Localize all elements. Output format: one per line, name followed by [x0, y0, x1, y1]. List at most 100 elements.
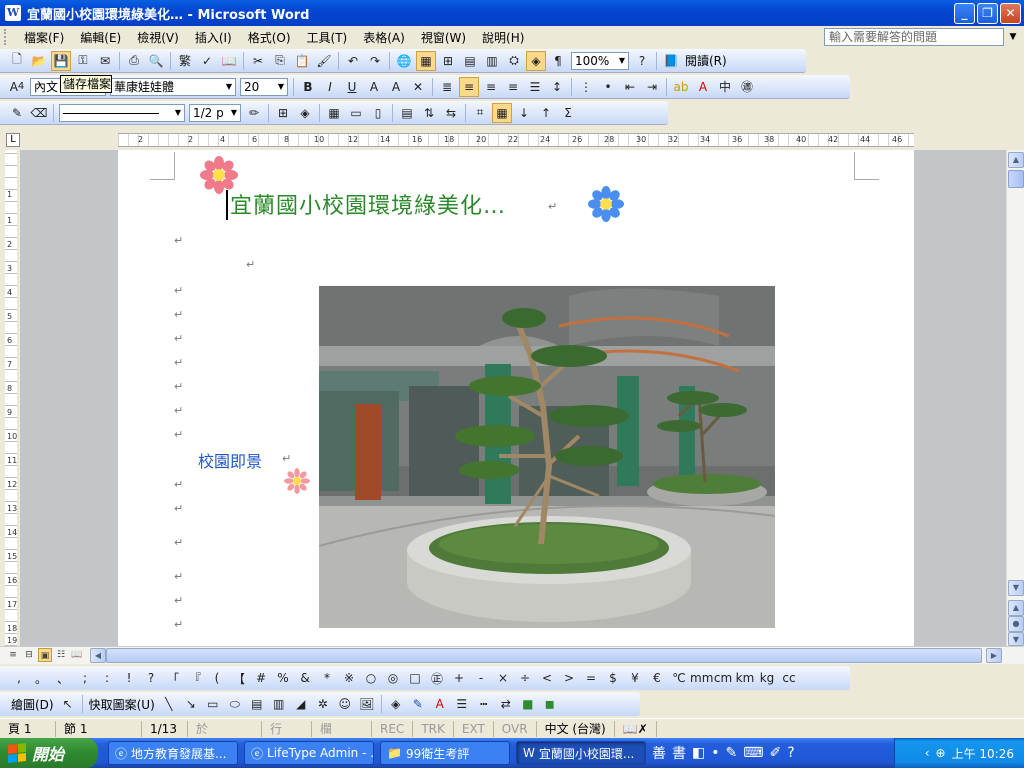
insert-table-icon[interactable]: ⊞ — [438, 51, 458, 71]
eraser-icon[interactable]: ⌫ — [29, 103, 49, 123]
symbol-button[interactable]: 。 — [30, 670, 52, 687]
distribute-columns-icon[interactable]: ⇆ — [441, 103, 461, 123]
symbol-button[interactable]: ( — [206, 671, 228, 685]
font-select[interactable]: 華康娃娃體 ▼ — [110, 77, 236, 96]
symbol-button[interactable]: ※ — [338, 671, 360, 685]
line-color-icon[interactable]: ✎ — [408, 694, 428, 714]
pad-icon[interactable]: ⌨ — [743, 745, 763, 761]
new-document-icon[interactable]: 🗋 — [7, 51, 27, 71]
symbol-button[interactable]: ÷ — [514, 671, 536, 685]
symbol-button[interactable]: $ — [602, 671, 624, 685]
columns-icon[interactable]: ▥ — [482, 51, 502, 71]
paste-icon[interactable]: 📋 — [292, 51, 312, 71]
symbol-button[interactable]: # — [250, 671, 272, 685]
photo-caption[interactable]: 校園即景 — [198, 448, 262, 472]
tools-icon[interactable]: ✐ — [769, 745, 781, 761]
menu-help[interactable]: 說明(H) — [474, 29, 532, 46]
draw-table-icon[interactable]: ✎ — [7, 103, 27, 123]
diagram-icon[interactable]: ✲ — [313, 694, 333, 714]
bullets-icon[interactable]: • — [598, 77, 618, 97]
arrow-icon[interactable]: ↘ — [181, 694, 201, 714]
symbol-button[interactable]: 、 — [52, 670, 74, 687]
minimize-button[interactable]: _ — [954, 3, 975, 24]
previous-page-icon[interactable]: ▲ — [1008, 600, 1024, 616]
close-button[interactable]: ✕ — [1000, 3, 1021, 24]
format-painter-icon[interactable]: 🖌 — [314, 51, 334, 71]
symbol-button[interactable]: mm — [690, 671, 713, 685]
symbol-button[interactable]: 「 — [162, 670, 184, 687]
tray-expand-icon[interactable]: ‹ — [925, 746, 930, 760]
italic-icon[interactable]: I — [320, 77, 340, 97]
save-icon[interactable]: 💾 — [51, 50, 71, 71]
char-shading-icon[interactable]: A — [386, 77, 406, 97]
draw-font-color-icon[interactable]: A — [430, 694, 450, 714]
border-color-icon[interactable]: ✏ — [244, 103, 264, 123]
scroll-up-icon[interactable]: ▲ — [1008, 152, 1024, 168]
insert-table-menu-icon[interactable]: ▦ — [324, 103, 344, 123]
symbol-button[interactable]: ◎ — [382, 671, 404, 685]
menu-view[interactable]: 檢視(V) — [129, 29, 187, 46]
help-icon[interactable]: ? — [632, 51, 652, 71]
symbol-button[interactable]: kg — [756, 671, 778, 685]
ime-icon[interactable]: 善 — [652, 743, 666, 763]
start-button[interactable]: 開始 — [0, 738, 98, 768]
status-ovr[interactable]: OVR — [494, 720, 537, 737]
font-size-select[interactable]: 20 ▼ — [240, 77, 288, 96]
clock[interactable]: 上午 10:26 — [952, 745, 1014, 762]
symbol-button[interactable]: □ — [404, 671, 426, 685]
symbol-button[interactable]: ; — [74, 671, 96, 685]
pink-flower-icon[interactable] — [200, 156, 238, 194]
symbol-button[interactable]: - — [470, 671, 492, 685]
reading-layout-icon[interactable]: 📖 — [70, 648, 84, 662]
redo-icon[interactable]: ↷ — [365, 51, 385, 71]
small-pink-flower-icon[interactable] — [284, 468, 310, 494]
autoshapes-menu-button[interactable]: 快取圖案(U) — [89, 696, 155, 713]
shading-color-icon[interactable]: ◈ — [295, 103, 315, 123]
vertical-ruler[interactable]: 1 1 2 3 4 5 6 7 8 9 10 11 12 13 14 15 16… — [0, 150, 20, 646]
ime-mode-icon[interactable]: 書 — [672, 743, 686, 763]
symbol-button[interactable]: × — [492, 671, 514, 685]
symbol-button[interactable]: , — [8, 671, 30, 685]
spelling-status-icon[interactable]: 📖✗ — [615, 720, 657, 737]
copy-icon[interactable]: ⎘ — [270, 51, 290, 71]
scroll-left-icon[interactable]: ◀ — [90, 648, 106, 663]
line-spacing-icon[interactable]: ↕ — [547, 77, 567, 97]
justify-icon[interactable]: ≣ — [437, 77, 457, 97]
blue-flower-icon[interactable] — [588, 186, 624, 222]
distributed-icon[interactable]: ☰ — [525, 77, 545, 97]
help-dropdown-arrow-icon[interactable]: ▼ — [1006, 28, 1020, 46]
symbol-button[interactable]: cm — [712, 671, 734, 685]
cell-align-icon[interactable]: ▤ — [397, 103, 417, 123]
print-icon[interactable]: ⎙ — [124, 51, 144, 71]
tables-borders-icon[interactable]: ▦ — [416, 50, 436, 71]
menu-edit[interactable]: 編輯(E) — [72, 29, 129, 46]
traditional-chinese-icon[interactable]: 繁 — [175, 51, 195, 71]
numbering-icon[interactable]: ⋮ — [576, 77, 596, 97]
symbol-button[interactable]: 【 — [228, 670, 250, 687]
taskbar-item-ie-lifetype[interactable]: ⓔ LifeType Admin - ... — [244, 741, 374, 765]
increase-indent-icon[interactable]: ⇥ — [642, 77, 662, 97]
insert-excel-icon[interactable]: ▤ — [460, 51, 480, 71]
autosum-icon[interactable]: Σ — [558, 103, 578, 123]
print-preview-icon[interactable]: 🔍 — [146, 51, 166, 71]
line-style-select[interactable]: ▼ — [59, 103, 185, 122]
oval-icon[interactable]: ⬭ — [225, 694, 245, 714]
keyboard-icon[interactable]: ✎ — [726, 745, 738, 761]
fill-color-icon[interactable]: ◈ — [386, 694, 406, 714]
undo-icon[interactable]: ↶ — [343, 51, 363, 71]
symbol-button[interactable]: = — [580, 671, 602, 685]
enclose-char-icon[interactable]: ㊜ — [737, 77, 757, 97]
symbol-button[interactable]: < — [536, 671, 558, 685]
menu-file[interactable]: 檔案(F) — [16, 29, 72, 46]
borders-icon[interactable]: ⊞ — [273, 103, 293, 123]
taskbar-item-folder[interactable]: 📁 99衛生考評 — [380, 741, 510, 765]
font-color-icon[interactable]: A — [693, 77, 713, 97]
shadow-style-icon[interactable]: ■ — [518, 694, 538, 714]
line-style-icon[interactable]: ☰ — [452, 694, 472, 714]
align-center-icon[interactable]: ≡ — [481, 77, 501, 97]
table-autoformat-icon[interactable]: ⌗ — [470, 103, 490, 123]
horizontal-ruler[interactable]: 2 2 4 6 8 10 12 14 16 18 20 22 24 26 28 … — [118, 133, 914, 147]
restore-button[interactable]: ❐ — [977, 3, 998, 24]
vertical-scroll-thumb[interactable] — [1008, 170, 1024, 188]
help-icon[interactable]: ? — [787, 745, 794, 761]
